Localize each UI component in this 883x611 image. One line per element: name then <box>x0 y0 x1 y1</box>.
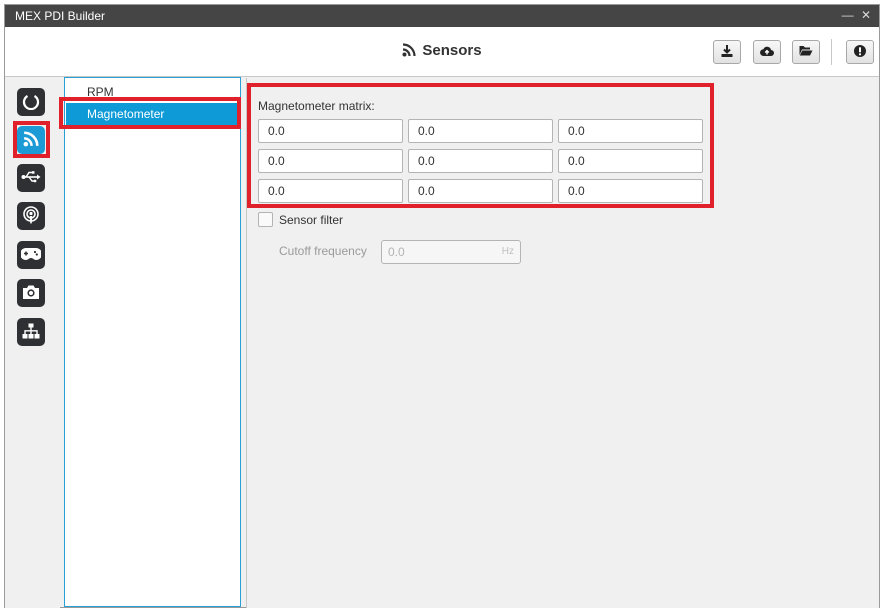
cutoff-frequency-unit: Hz <box>501 246 514 257</box>
app-window: MEX PDI Builder — ✕ Sensors RPM Magnetom… <box>4 4 880 608</box>
title-bar: MEX PDI Builder — ✕ <box>5 5 879 27</box>
window-title: MEX PDI Builder <box>15 9 106 23</box>
sidebar <box>5 78 60 608</box>
matrix-cell-r3c2[interactable]: 0.0 <box>408 179 553 203</box>
sensor-filter-label: Sensor filter <box>279 213 344 227</box>
camera-icon <box>22 284 40 303</box>
folder-open-icon <box>799 45 813 59</box>
matrix-cell-r2c2[interactable]: 0.0 <box>408 149 553 173</box>
list-item-magnetometer[interactable]: Magnetometer <box>66 103 239 125</box>
matrix-cell-r1c1[interactable]: 0.0 <box>258 119 403 143</box>
sidebar-item-network[interactable] <box>17 318 45 346</box>
sitemap-icon <box>22 323 40 342</box>
download-button[interactable] <box>713 40 741 64</box>
page-title-text: Sensors <box>422 42 482 59</box>
rss-icon <box>402 43 416 61</box>
sensor-settings-panel: Magnetometer matrix: 0.0 0.0 0.0 0.0 0.0… <box>246 78 879 608</box>
list-item-rpm[interactable]: RPM <box>66 81 239 103</box>
sidebar-item-power[interactable] <box>17 88 45 116</box>
sidebar-item-sensors[interactable] <box>17 126 45 154</box>
sidebar-item-radio[interactable] <box>17 202 45 230</box>
power-icon <box>22 92 40 113</box>
sensor-filter-checkbox[interactable] <box>258 212 273 227</box>
page-title: Sensors <box>5 42 879 61</box>
toolbar-separator <box>831 39 832 65</box>
matrix-cell-r2c1[interactable]: 0.0 <box>258 149 403 173</box>
podcast-icon <box>22 205 40 227</box>
cloud-upload-icon <box>760 45 774 60</box>
matrix-cell-r3c3[interactable]: 0.0 <box>558 179 703 203</box>
sensor-list: RPM Magnetometer <box>64 77 241 607</box>
matrix-cell-r2c3[interactable]: 0.0 <box>558 149 703 173</box>
matrix-cell-r3c1[interactable]: 0.0 <box>258 179 403 203</box>
exclamation-icon <box>854 44 866 60</box>
sidebar-item-usb[interactable] <box>17 164 45 192</box>
sidebar-item-gamepad[interactable] <box>17 241 45 269</box>
matrix-cell-r1c3[interactable]: 0.0 <box>558 119 703 143</box>
cutoff-frequency-value: 0.0 <box>388 245 405 259</box>
cloud-upload-button[interactable] <box>753 40 781 64</box>
open-folder-button[interactable] <box>792 40 820 64</box>
sidebar-item-camera[interactable] <box>17 279 45 307</box>
gamepad-icon <box>20 247 42 264</box>
matrix-cell-r1c2[interactable]: 0.0 <box>408 119 553 143</box>
usb-icon <box>21 170 41 187</box>
window-controls[interactable]: — ✕ <box>842 8 873 22</box>
info-button[interactable] <box>846 40 874 64</box>
rss-icon <box>23 130 39 150</box>
page-header: Sensors <box>5 27 879 77</box>
download-icon <box>721 44 733 60</box>
cutoff-frequency-label: Cutoff frequency <box>279 244 367 258</box>
cutoff-frequency-input[interactable]: 0.0 Hz <box>381 240 521 264</box>
matrix-label: Magnetometer matrix: <box>258 99 375 113</box>
